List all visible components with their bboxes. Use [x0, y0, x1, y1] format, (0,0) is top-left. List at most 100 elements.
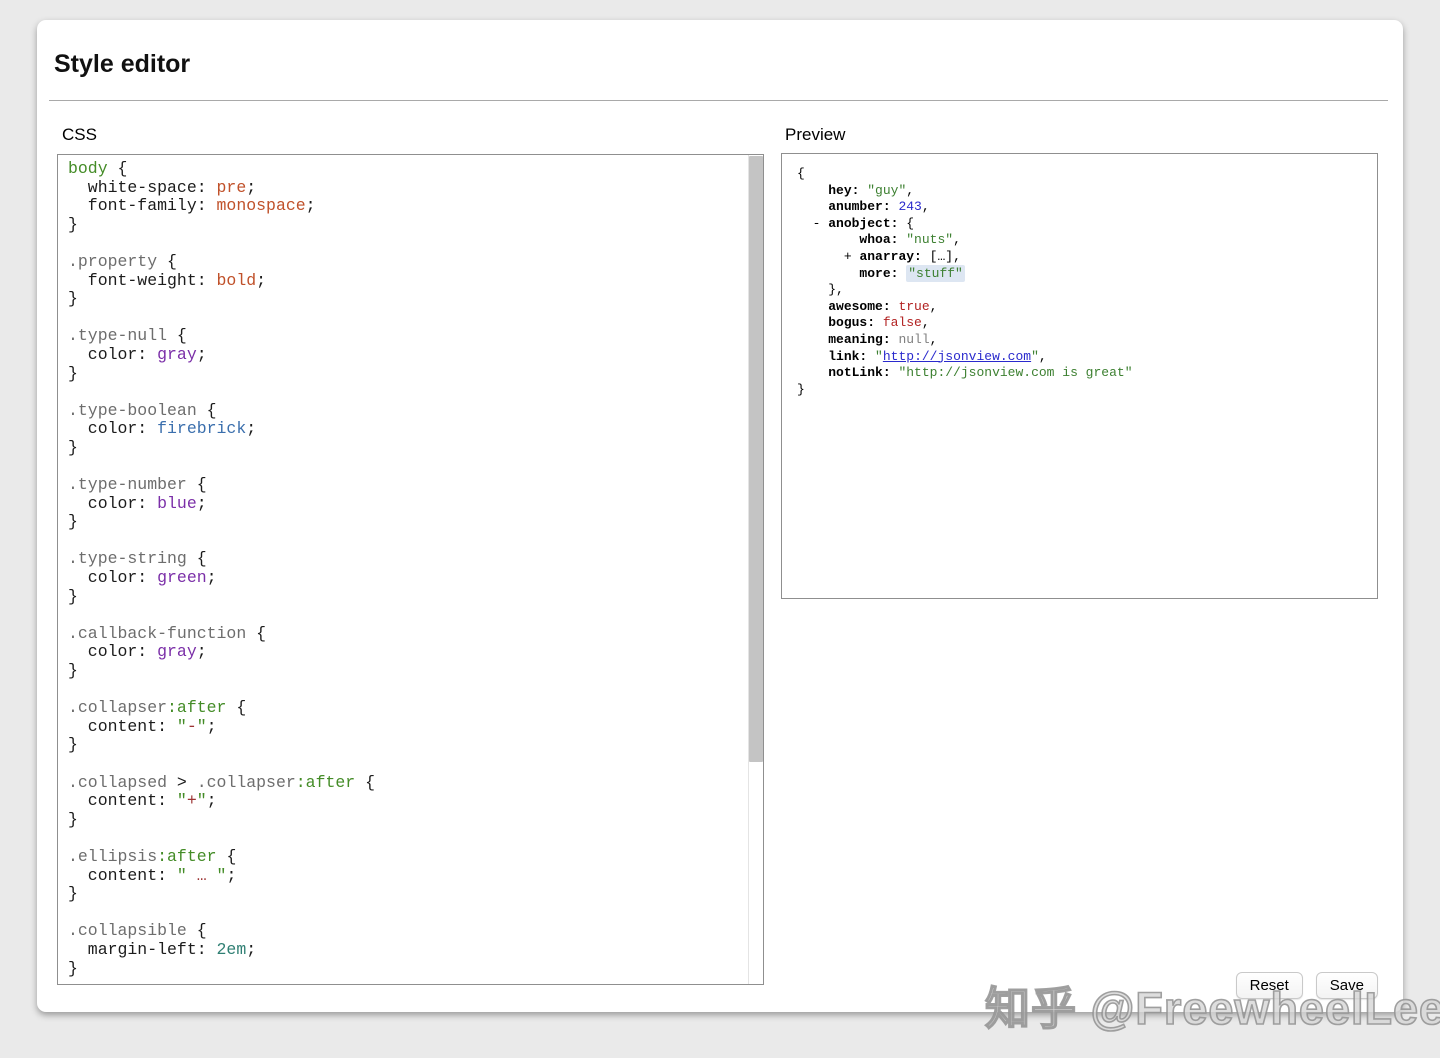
code-token	[797, 232, 859, 247]
code-token: }	[797, 382, 805, 397]
code-line: .type-boolean {	[68, 402, 749, 421]
code-token: false	[883, 315, 922, 330]
code-token: }	[68, 438, 78, 457]
json-link[interactable]: http://jsonview.com	[883, 349, 1031, 364]
code-token: link:	[828, 349, 867, 364]
code-line: .collapser:after {	[68, 699, 749, 718]
code-token: :after	[157, 847, 216, 866]
code-line	[68, 383, 749, 402]
code-line: }	[68, 885, 749, 904]
css-code[interactable]: body { white-space: pre; font-family: mo…	[58, 155, 749, 984]
code-token: more:	[859, 266, 898, 281]
code-token: gray	[157, 642, 197, 661]
code-token: monospace	[217, 196, 306, 215]
code-token: .ellipsis	[68, 847, 157, 866]
code-line: .type-number {	[68, 476, 749, 495]
code-line: font-family: monospace;	[68, 197, 749, 216]
code-token: pre	[217, 178, 247, 197]
code-line: }	[68, 811, 749, 830]
preview-label: Preview	[785, 125, 845, 145]
code-token: ;	[226, 866, 236, 885]
code-token: "nuts"	[906, 232, 953, 247]
code-token: anarray:	[859, 249, 921, 264]
code-line: .type-null {	[68, 327, 749, 346]
code-token: anobject:	[828, 216, 898, 231]
code-line: - anobject: {	[797, 216, 1377, 233]
code-token: whoa:	[859, 232, 898, 247]
code-token: bogus:	[828, 315, 875, 330]
code-token: null	[898, 332, 929, 347]
css-editor-scrollbar-thumb[interactable]	[749, 156, 763, 762]
code-token: body	[68, 159, 108, 178]
code-token: {	[797, 166, 805, 181]
code-token: }	[68, 884, 78, 903]
code-line: notLink: "http://jsonview.com is great"	[797, 365, 1377, 382]
css-editor-scrollbar[interactable]	[748, 155, 763, 984]
code-line: color: gray;	[68, 346, 749, 365]
code-line: content: "-";	[68, 718, 749, 737]
code-token: ;	[207, 717, 217, 736]
code-token: ;	[246, 940, 256, 959]
code-token: ;	[207, 568, 217, 587]
code-token: }	[68, 735, 78, 754]
code-token: color:	[68, 419, 157, 438]
code-token: .callback-function	[68, 624, 246, 643]
code-line: }	[68, 588, 749, 607]
save-button[interactable]: Save	[1316, 972, 1378, 999]
code-line: hey: "guy",	[797, 183, 1377, 200]
code-token: .collapser	[197, 773, 296, 792]
code-token: }	[68, 215, 78, 234]
code-line: }	[68, 290, 749, 309]
code-token: ;	[306, 196, 316, 215]
code-token	[797, 332, 828, 347]
code-token: green	[157, 568, 207, 587]
code-line	[68, 829, 749, 848]
code-token: ,	[922, 199, 930, 214]
code-line: }	[68, 439, 749, 458]
code-line	[68, 234, 749, 253]
css-editor[interactable]: body { white-space: pre; font-family: mo…	[57, 154, 764, 985]
code-token: 2em	[217, 940, 247, 959]
code-token: }	[68, 810, 78, 829]
code-line: }	[797, 382, 1377, 399]
code-token: ;	[246, 419, 256, 438]
code-token: content:	[68, 717, 177, 736]
code-token: notLink:	[828, 365, 890, 380]
code-line: }	[68, 365, 749, 384]
code-token: >	[167, 773, 197, 792]
code-token: +	[187, 791, 197, 810]
code-token: "guy"	[867, 183, 906, 198]
code-line	[68, 309, 749, 328]
code-token: ;	[246, 178, 256, 197]
code-token: },	[797, 282, 844, 297]
code-token: white-space:	[68, 178, 217, 197]
reset-button[interactable]: Reset	[1236, 972, 1303, 999]
code-line: {	[797, 166, 1377, 183]
code-token	[875, 315, 883, 330]
code-token: ,	[1039, 349, 1047, 364]
code-line: awesome: true,	[797, 299, 1377, 316]
code-line: }	[68, 662, 749, 681]
code-token: {	[167, 326, 187, 345]
code-token: gray	[157, 345, 197, 364]
page-title: Style editor	[54, 50, 190, 78]
code-token: {	[108, 159, 128, 178]
code-line: whoa: "nuts",	[797, 232, 1377, 249]
collapser-toggle[interactable]: +	[844, 249, 852, 264]
code-token: ;	[256, 271, 266, 290]
code-token: .type-number	[68, 475, 187, 494]
code-token: .collapsed	[68, 773, 167, 792]
code-token	[797, 365, 828, 380]
code-token: firebrick	[157, 419, 246, 438]
code-token	[797, 183, 828, 198]
code-line	[68, 606, 749, 625]
code-token: }	[68, 587, 78, 606]
title-divider	[49, 100, 1388, 101]
code-token: }	[68, 661, 78, 680]
code-token	[797, 349, 828, 364]
code-line	[68, 681, 749, 700]
code-token: .type-string	[68, 549, 187, 568]
code-token: {	[187, 549, 207, 568]
code-token: }	[68, 959, 78, 978]
code-token	[797, 249, 844, 264]
